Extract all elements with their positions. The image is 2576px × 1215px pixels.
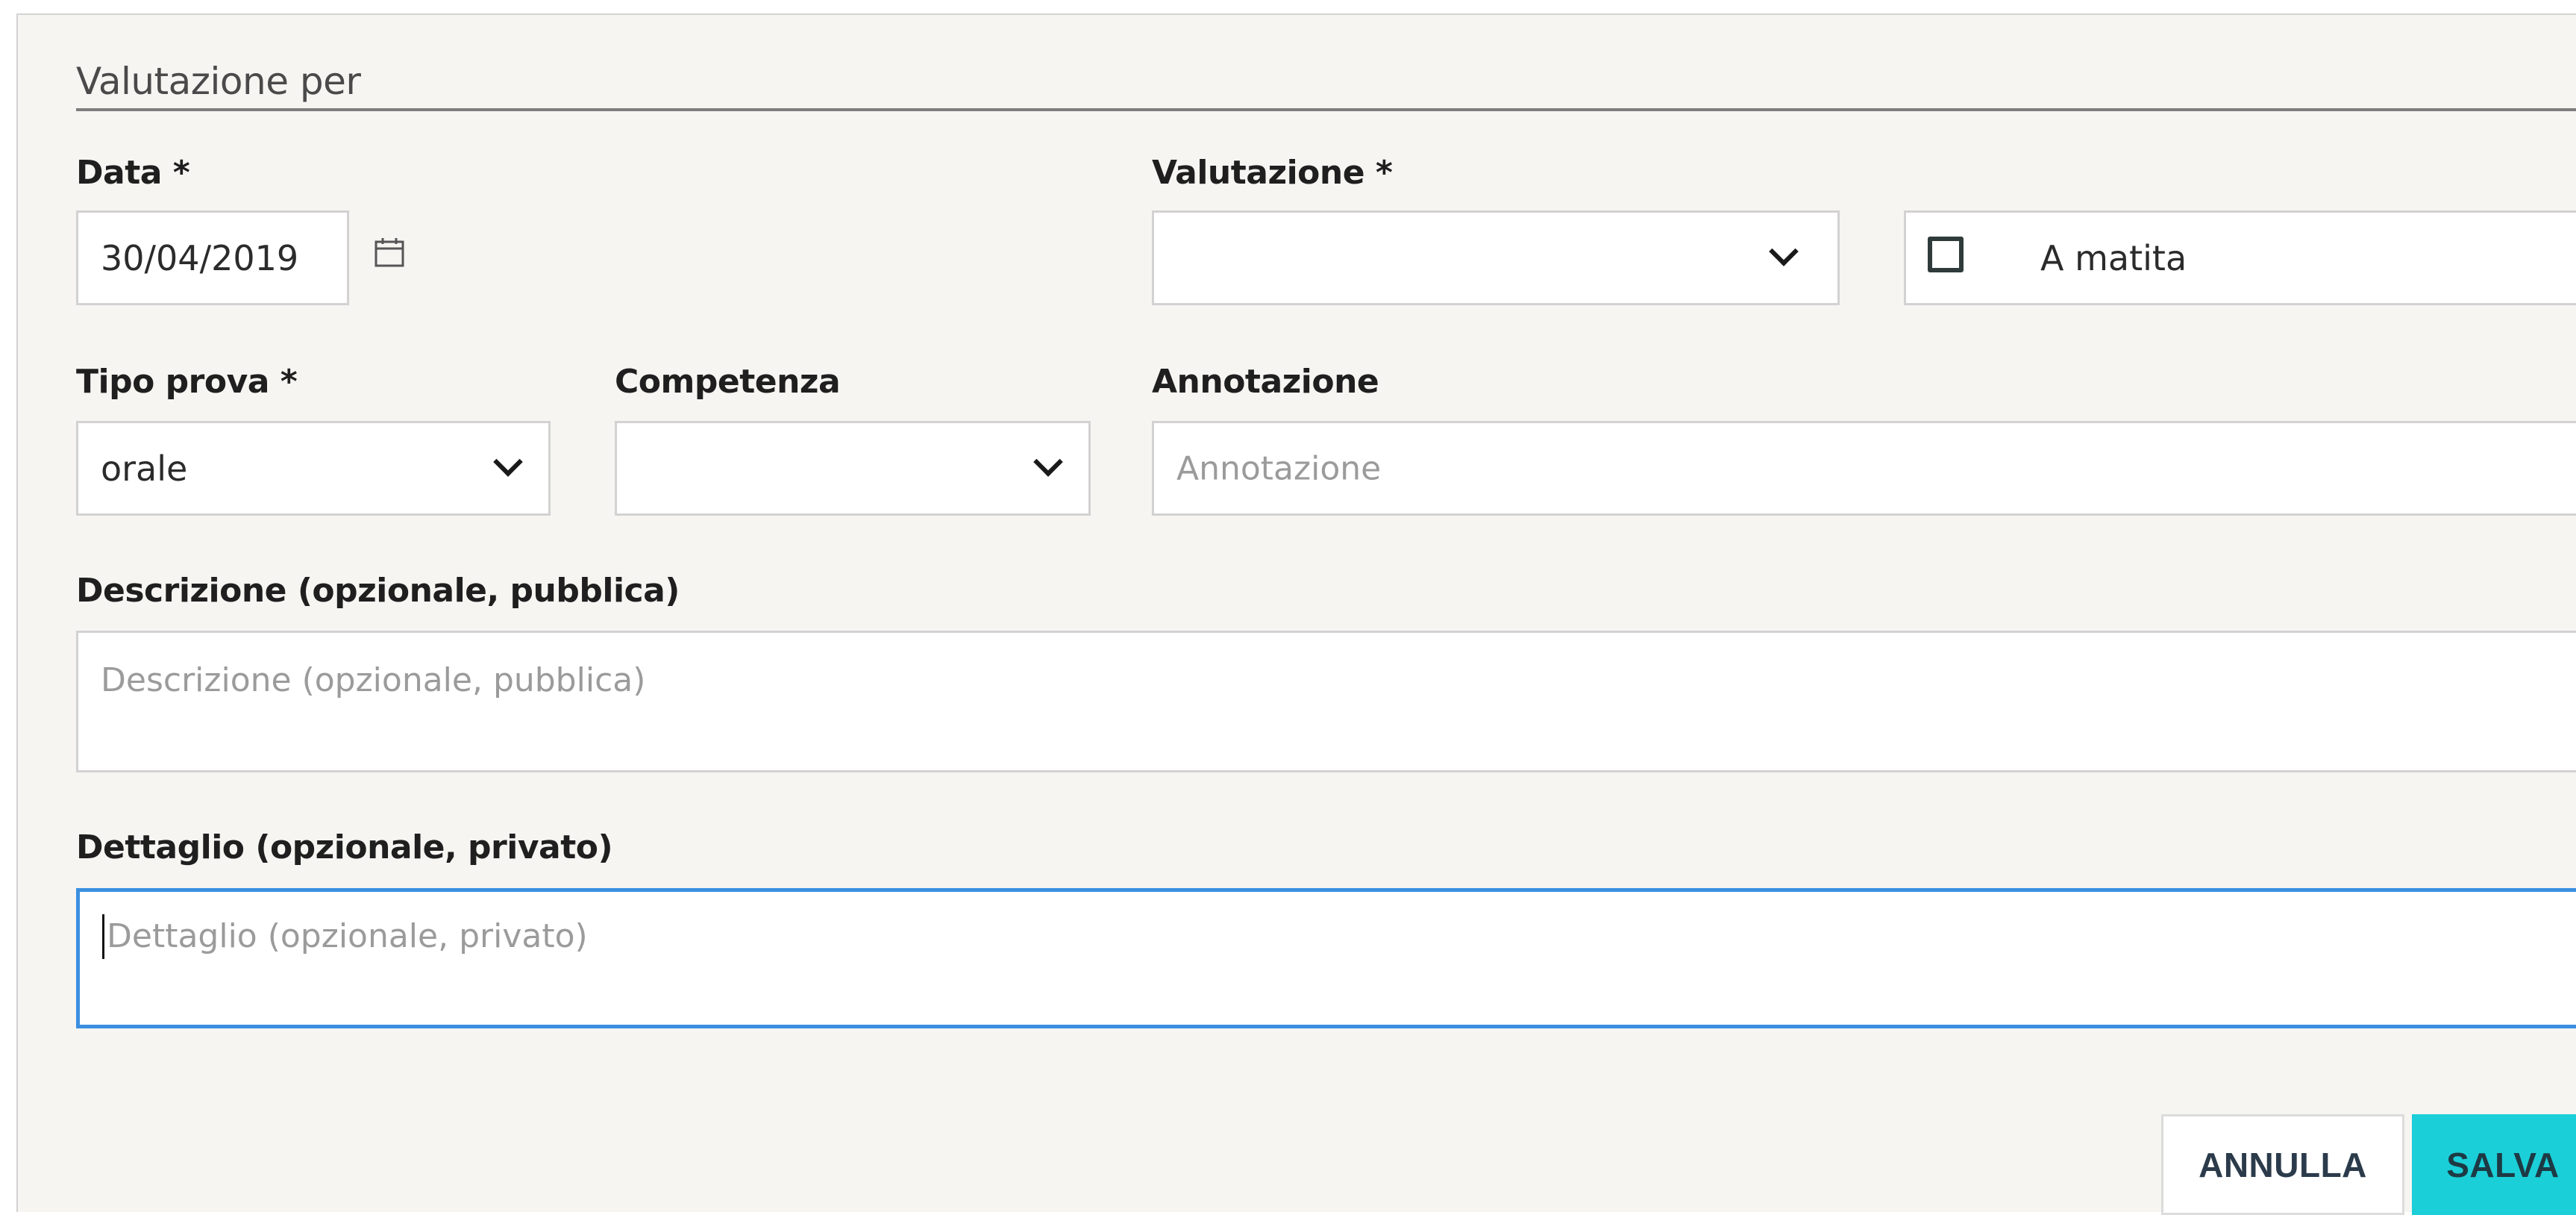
text-caret xyxy=(102,914,104,959)
page: Valutazione per Data * Valutazione * 30/… xyxy=(0,0,2576,1215)
a-matita-label: A matita xyxy=(2040,237,2187,278)
dettaglio-label: Dettaglio (opzionale, privato) xyxy=(76,828,613,866)
dettaglio-textarea[interactable]: Dettaglio (opzionale, privato) xyxy=(76,888,2576,1028)
save-button[interactable]: SALVA xyxy=(2412,1114,2576,1215)
chevron-down-icon xyxy=(1033,447,1063,477)
valutazione-select[interactable] xyxy=(1152,210,1840,305)
a-matita-container: A matita xyxy=(1904,210,2576,305)
calendar-icon[interactable] xyxy=(373,236,406,269)
competenza-select[interactable] xyxy=(615,421,1091,516)
descrizione-placeholder: Descrizione (opzionale, pubblica) xyxy=(101,661,646,699)
data-label: Data * xyxy=(76,154,190,192)
date-input[interactable]: 30/04/2019 xyxy=(76,210,349,305)
dialog-title: Valutazione per xyxy=(76,60,361,103)
descrizione-textarea[interactable]: Descrizione (opzionale, pubblica) xyxy=(76,631,2576,772)
competenza-label: Competenza xyxy=(615,363,841,401)
cancel-button[interactable]: ANNULLA xyxy=(2161,1114,2404,1215)
a-matita-checkbox[interactable] xyxy=(1928,237,1964,272)
resize-grip-icon[interactable] xyxy=(2572,1007,2576,1022)
date-input-value: 30/04/2019 xyxy=(101,237,299,278)
tipo-prova-select[interactable]: orale xyxy=(76,421,551,516)
annotazione-label: Annotazione xyxy=(1152,363,1379,401)
valutazione-label: Valutazione * xyxy=(1152,154,1393,192)
tipo-prova-label: Tipo prova * xyxy=(76,363,298,401)
chevron-down-icon xyxy=(493,447,523,477)
dettaglio-placeholder: Dettaglio (opzionale, privato) xyxy=(107,917,588,955)
descrizione-label: Descrizione (opzionale, pubblica) xyxy=(76,572,680,610)
chevron-down-icon xyxy=(1769,237,1799,266)
annotazione-input[interactable]: Annotazione xyxy=(1152,421,2576,516)
annotazione-placeholder: Annotazione xyxy=(1176,449,1382,487)
valutazione-dialog: Valutazione per Data * Valutazione * 30/… xyxy=(16,13,2576,1215)
title-divider xyxy=(76,108,2576,111)
tipo-prova-select-value: orale xyxy=(101,448,188,489)
